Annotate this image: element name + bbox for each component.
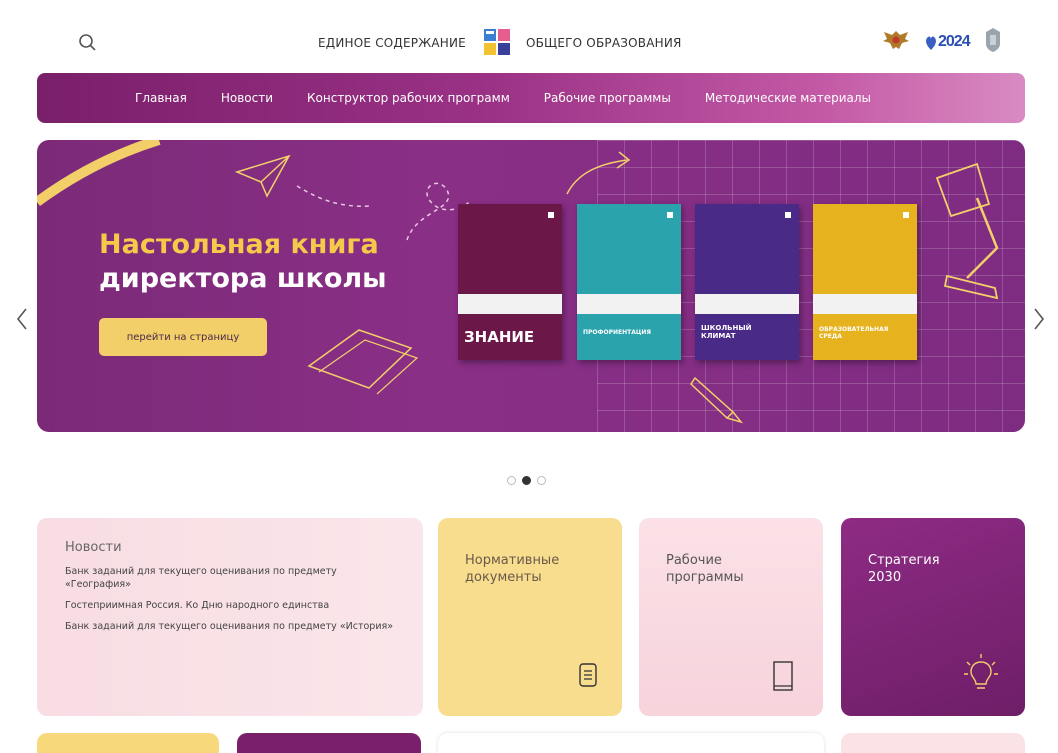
book-logo-icon: [785, 212, 791, 218]
lightbulb-icon: [963, 652, 999, 700]
slider-dot[interactable]: [537, 476, 546, 485]
tile-normative-documents[interactable]: Нормативные документы: [438, 518, 622, 716]
banner-cta-button[interactable]: перейти на страницу: [99, 318, 267, 356]
nav-item-constructor[interactable]: Конструктор рабочих программ: [307, 91, 510, 105]
news-item[interactable]: Банк заданий для текущего оценивания по …: [65, 565, 395, 591]
papers-sketch-icon: [307, 329, 419, 395]
slider-next-arrow-icon[interactable]: [1031, 306, 1047, 332]
tile-partial[interactable]: [841, 733, 1025, 753]
book-publisher-strip: [458, 294, 562, 314]
year-badge-text: 2024: [938, 33, 971, 50]
search-icon[interactable]: [77, 32, 99, 54]
banner-title: Настольная книга директора школы: [99, 228, 387, 296]
book-cover[interactable]: ПРОФОРИЕНТАЦИЯ: [577, 204, 681, 360]
lamp-sketch-icon: [935, 162, 999, 300]
banner-title-line2: директора школы: [99, 263, 387, 294]
book-publisher-strip: [813, 294, 917, 314]
slider-prev-arrow-icon[interactable]: [14, 306, 30, 332]
book-logo-icon: [903, 212, 909, 218]
nav-item-materials[interactable]: Методические материалы: [705, 91, 871, 105]
site-title-left: ЕДИНОЕ СОДЕРЖАНИЕ: [318, 36, 466, 50]
site-title-right: ОБЩЕГО ОБРАЗОВАНИЯ: [525, 36, 682, 50]
ministry-emblem[interactable]: [982, 26, 1004, 58]
tile-label: Рабочие программы: [666, 553, 744, 585]
site-title[interactable]: ЕДИНОЕ СОДЕРЖАНИЕ ОБЩЕГО ОБРАЗОВАНИЯ: [318, 29, 682, 56]
document-icon: [578, 662, 598, 692]
book-cover[interactable]: ШКОЛЬНЫЙ КЛИМАТ: [695, 204, 799, 360]
tile-work-programs[interactable]: Рабочие программы: [639, 518, 823, 716]
slider-dot[interactable]: [507, 476, 516, 485]
year-2024-logo[interactable]: 2024: [924, 31, 971, 53]
tile-label: Стратегия 2030: [868, 553, 940, 585]
book-logo-icon: [667, 212, 673, 218]
slider-pagination: [507, 476, 546, 485]
tile-strategy-2030[interactable]: Стратегия 2030: [841, 518, 1025, 716]
nav-item-programs[interactable]: Рабочие программы: [544, 91, 671, 105]
tile-partial[interactable]: [37, 733, 219, 753]
news-heading[interactable]: Новости: [65, 540, 395, 555]
site-logo: [480, 26, 514, 60]
banner-arc-decoration: [37, 140, 161, 207]
tile-partial[interactable]: [237, 733, 421, 753]
site-header: ЕДИНОЕ СОДЕРЖАНИЕ ОБЩЕГО ОБРАЗОВАНИЯ 202…: [0, 0, 1058, 72]
book-publisher-strip: [577, 294, 681, 314]
book-cover[interactable]: ЗНАНИЕ: [458, 204, 562, 360]
book-icon: [772, 660, 794, 698]
slider-dot-active[interactable]: [522, 476, 531, 485]
hero-banner: Настольная книга директора школы перейти…: [37, 140, 1025, 432]
eagle-emblem[interactable]: [880, 27, 912, 57]
news-item[interactable]: Банк заданий для текущего оценивания по …: [65, 620, 395, 633]
arrow-sketch-decoration: [566, 151, 631, 195]
nav-item-news[interactable]: Новости: [221, 91, 273, 105]
news-item[interactable]: Гостеприимная Россия. Ко Дню народного е…: [65, 599, 395, 612]
main-nav: Главная Новости Конструктор рабочих прог…: [37, 73, 1025, 123]
nav-item-home[interactable]: Главная: [135, 91, 187, 105]
tile-partial[interactable]: [438, 733, 824, 753]
book-publisher-strip: [695, 294, 799, 314]
book-title: ОБРАЗОВАТЕЛЬНАЯ СРЕДА: [819, 326, 889, 340]
book-title: ПРОФОРИЕНТАЦИЯ: [583, 328, 652, 336]
paper-plane-icon: [234, 154, 374, 207]
tile-label: Нормативные документы: [465, 553, 560, 585]
book-cover[interactable]: ОБРАЗОВАТЕЛЬНАЯ СРЕДА: [813, 204, 917, 360]
header-emblems: 2024: [880, 26, 1004, 58]
book-logo-icon: [548, 212, 554, 218]
banner-title-line1: Настольная книга: [99, 229, 379, 260]
pencil-sketch-icon: [690, 376, 744, 424]
book-title: ЗНАНИЕ: [464, 328, 535, 347]
book-title: ШКОЛЬНЫЙ КЛИМАТ: [701, 324, 752, 340]
news-card: Новости Банк заданий для текущего оценив…: [37, 518, 423, 716]
